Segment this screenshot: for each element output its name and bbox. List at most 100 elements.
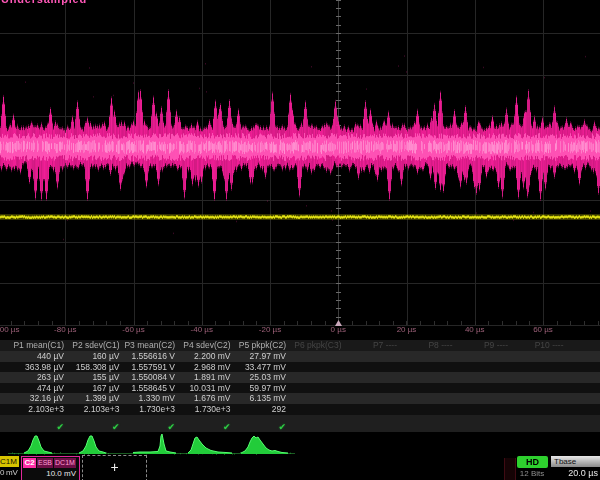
measure-cell-mean: [510, 362, 566, 373]
measure-cell-num: 1.730e+3: [122, 404, 178, 415]
timebase-label: Tbase: [551, 456, 600, 467]
measure-cell-min: [399, 372, 455, 383]
measure-cell-sdev: [455, 393, 511, 404]
scope-grid-and-traces: [0, 0, 600, 345]
measure-cell-min: 1.550084 V: [122, 372, 178, 383]
measure-status-check: [510, 415, 566, 432]
hd-mode-badge: HD: [517, 456, 548, 468]
measure-header[interactable]: P5 pkpk(C2): [233, 340, 289, 351]
measure-cell-min: [288, 372, 344, 383]
measure-column: P3 mean(C2)1.556616 V1.557591 V1.550084 …: [122, 340, 178, 432]
measure-status-check: [344, 415, 400, 432]
measure-cell-value: [510, 351, 566, 362]
time-label: 40 µs: [447, 325, 503, 334]
measure-cell-num: 1.730e+3: [177, 404, 233, 415]
c2-coupling-tag: DC1M: [54, 458, 76, 468]
measure-cell-value: [455, 351, 511, 362]
measure-status-check: ✔: [177, 415, 233, 432]
measure-cell-min: 155 µV: [66, 372, 122, 383]
measure-header[interactable]: P2 sdev(C1): [66, 340, 122, 351]
plus-icon: +: [110, 459, 118, 475]
measure-cell-sdev: 1.676 mV: [177, 393, 233, 404]
time-label: 60 µs: [515, 325, 571, 334]
measure-column: P2 sdev(C1)160 µV158.308 µV155 µV167 µV1…: [66, 340, 122, 432]
measure-cell-mean: [288, 362, 344, 373]
measure-cell-max: [455, 383, 511, 394]
measure-column: P5 pkpk(C2)27.97 mV33.477 mV25.03 mV59.9…: [233, 340, 289, 432]
measure-cell-value: [344, 351, 400, 362]
measure-column: P6 pkpk(C3): [288, 340, 344, 432]
undersampled-warning: Undersampled: [1, 0, 87, 5]
measure-column: P8 ----: [399, 340, 455, 432]
measure-cell-sdev: [288, 393, 344, 404]
measure-cell-value: 1.556616 V: [122, 351, 178, 362]
measure-cell-max: [399, 383, 455, 394]
measure-cell-min: [344, 372, 400, 383]
measure-status-check: [455, 415, 511, 432]
measure-cell-value: [399, 351, 455, 362]
measure-column: P1 mean(C1)440 µV363.98 µV263 µV474 µV32…: [11, 340, 67, 432]
measure-cell-value: 2.200 mV: [177, 351, 233, 362]
measure-cell-value: 160 µV: [66, 351, 122, 362]
measure-cell-min: [510, 372, 566, 383]
measure-cell-max: [510, 383, 566, 394]
measure-header[interactable]: P9 ----: [455, 340, 511, 351]
measure-cell-sdev: 1.399 µV: [66, 393, 122, 404]
measure-cell-num: 2.103e+3: [66, 404, 122, 415]
measure-cell-num: 292: [233, 404, 289, 415]
time-label: -60 µs: [106, 325, 162, 334]
measure-cell-mean: 158.308 µV: [66, 362, 122, 373]
measure-cell-min: 1.891 mV: [177, 372, 233, 383]
measure-header[interactable]: P3 mean(C2): [122, 340, 178, 351]
measure-column: P9 ----: [455, 340, 511, 432]
measure-status-check: [399, 415, 455, 432]
measure-cell-value: 440 µV: [11, 351, 67, 362]
measure-cell-mean: 363.98 µV: [11, 362, 67, 373]
measure-cell-min: 263 µV: [11, 372, 67, 383]
measure-cell-value: 27.97 mV: [233, 351, 289, 362]
measure-cell-max: [344, 383, 400, 394]
measure-status-check: ✔: [11, 415, 67, 432]
measure-cell-max: 167 µV: [66, 383, 122, 394]
measure-cell-mean: [344, 362, 400, 373]
measure-header[interactable]: P1 mean(C1): [11, 340, 67, 351]
measure-column: P4 sdev(C2)2.200 mV2.968 mV1.891 mV10.03…: [177, 340, 233, 432]
measure-cell-mean: [455, 362, 511, 373]
c2-channel-label: C2: [23, 458, 36, 468]
c2-esb-tag: ESB: [37, 458, 53, 468]
measure-cell-mean: 33.477 mV: [233, 362, 289, 373]
measure-status-check: [288, 415, 344, 432]
measure-cell-max: 1.558645 V: [122, 383, 178, 394]
add-trace-box[interactable]: +: [82, 455, 147, 480]
measure-cell-num: [455, 404, 511, 415]
time-label: 0 µs: [310, 325, 366, 334]
measure-cell-min: [455, 372, 511, 383]
measure-status-check: ✔: [122, 415, 178, 432]
c1-scale-value: 0 mV: [0, 468, 17, 478]
measure-cell-mean: [399, 362, 455, 373]
measure-header[interactable]: P7 ----: [344, 340, 400, 351]
time-label: -20 µs: [242, 325, 298, 334]
measure-cell-max: 474 µV: [11, 383, 67, 394]
measure-cell-max: [288, 383, 344, 394]
measure-cell-mean: 1.557591 V: [122, 362, 178, 373]
time-label: 20 µs: [379, 325, 435, 334]
c1-descriptor-box[interactable]: C1M 0 mV: [0, 456, 20, 480]
c2-descriptor-box[interactable]: C2 ESB DC1M 10.0 mV: [21, 456, 80, 480]
bit-depth-label: 12 Bits: [512, 469, 552, 478]
measure-status-check: ✔: [233, 415, 289, 432]
c1-coupling-label: C1M: [0, 456, 19, 467]
measure-cell-max: 10.031 mV: [177, 383, 233, 394]
measure-cell-value: [288, 351, 344, 362]
measure-header[interactable]: P6 pkpk(C3): [288, 340, 344, 351]
measure-cell-num: [344, 404, 400, 415]
time-label: -40 µs: [174, 325, 230, 334]
measure-header[interactable]: P4 sdev(C2): [177, 340, 233, 351]
measure-cell-sdev: 32.16 µV: [11, 393, 67, 404]
measure-cell-min: 25.03 mV: [233, 372, 289, 383]
timebase-descriptor-box[interactable]: Tbase 20.0 µs: [551, 456, 600, 480]
measure-cell-num: 2.103e+3: [11, 404, 67, 415]
measure-cell-num: [510, 404, 566, 415]
measure-header[interactable]: P10 ----: [510, 340, 566, 351]
measure-header[interactable]: P8 ----: [399, 340, 455, 351]
